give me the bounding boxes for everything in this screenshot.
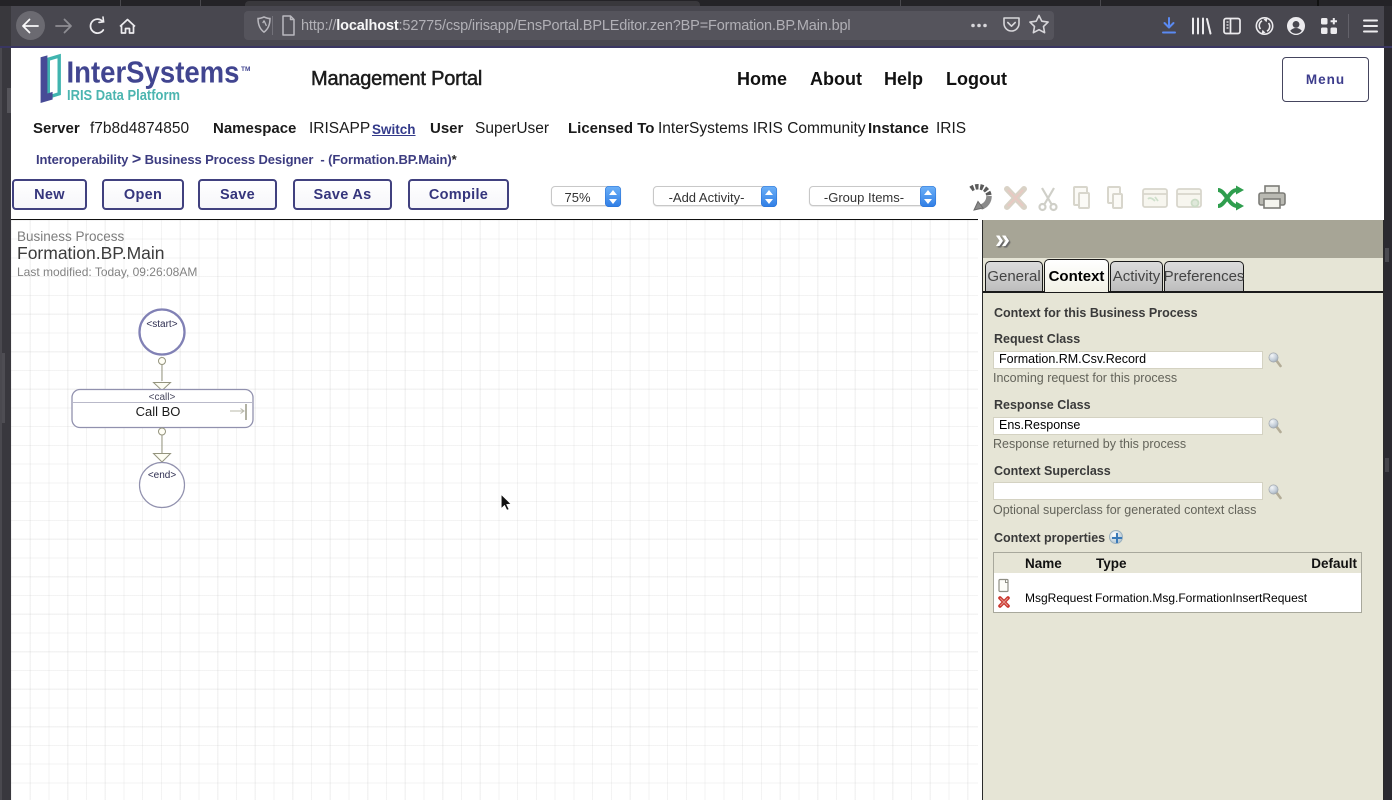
svg-text:<call>: <call> bbox=[149, 392, 176, 403]
svg-text:InterSystems: InterSystems bbox=[67, 56, 240, 90]
svg-text:IRIS Data Platform: IRIS Data Platform bbox=[67, 88, 180, 104]
svg-text:<start>: <start> bbox=[146, 319, 177, 330]
svg-text:TM: TM bbox=[241, 66, 250, 73]
svg-text:<end>: <end> bbox=[148, 470, 177, 481]
svg-text:Call BO: Call BO bbox=[136, 404, 181, 419]
